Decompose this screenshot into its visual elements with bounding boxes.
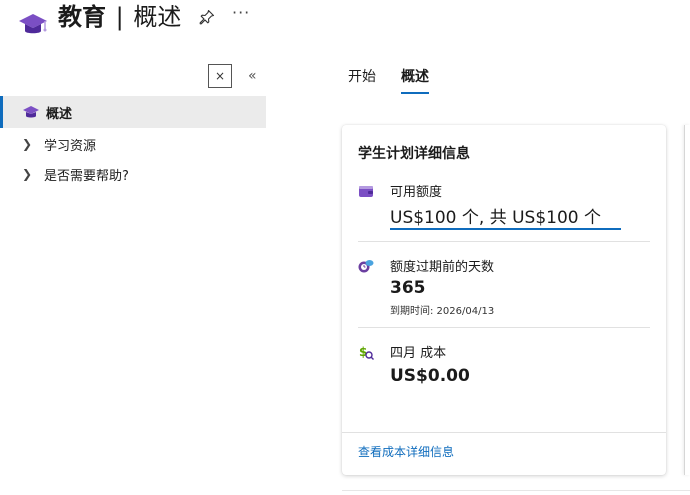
page-title-main: 教育 — [58, 3, 106, 31]
sidebar-item-need-help[interactable]: ❯ 是否需要帮助? — [0, 158, 266, 190]
divider — [342, 490, 690, 491]
chevron-right-icon: ❯ — [22, 167, 33, 181]
page-title-separator: | — [115, 3, 124, 31]
next-card-edge — [684, 125, 690, 475]
cost-search-icon: $ — [359, 345, 374, 360]
tab-get-started[interactable]: 开始 — [348, 66, 376, 92]
sidebar: × « 概述 ❯ 学习资源 ❯ 是否需要帮助? — [0, 60, 266, 495]
view-cost-details-link[interactable]: 查看成本详细信息 — [358, 443, 454, 460]
close-button[interactable]: × — [208, 64, 232, 88]
available-credit-value: US$100 个, 共 US$100 个 — [390, 203, 622, 230]
monthly-cost-value: US$0.00 — [390, 366, 470, 386]
days-remaining-value: 365 — [390, 278, 426, 298]
wallet-icon — [359, 186, 373, 197]
student-plan-card: 学生计划详细信息 可用额度 US$100 个, 共 US$100 个 额度过期前… — [342, 125, 666, 475]
expiry-date-text: 到期时间: 2026/04/13 — [390, 306, 495, 317]
monthly-cost-label: 四月 成本 — [390, 346, 447, 361]
days-remaining-label: 额度过期前的天数 — [390, 260, 495, 275]
pin-icon[interactable] — [199, 9, 215, 25]
sidebar-item-overview[interactable]: 概述 — [0, 96, 266, 128]
divider — [358, 241, 650, 242]
page-title: 教育 | 概述 — [58, 0, 181, 34]
tab-overview[interactable]: 概述 — [401, 66, 429, 94]
more-options-icon[interactable]: ··· — [232, 3, 250, 23]
chevron-right-icon: ❯ — [22, 137, 33, 151]
page-header: 教育 | 概述 ··· — [0, 0, 690, 44]
page-title-sub: 概述 — [133, 3, 182, 31]
sidebar-item-label: 是否需要帮助? — [44, 168, 129, 184]
divider — [358, 327, 650, 328]
sidebar-item-learning-resources[interactable]: ❯ 学习资源 — [0, 128, 266, 160]
sidebar-item-label: 学习资源 — [44, 138, 97, 154]
card-title: 学生计划详细信息 — [358, 146, 470, 162]
sidebar-item-label: 概述 — [46, 106, 73, 122]
collapse-sidebar-icon[interactable]: « — [248, 66, 257, 86]
available-credit-label: 可用额度 — [390, 185, 443, 200]
graduation-cap-icon — [23, 106, 39, 118]
graduation-cap-icon — [19, 14, 47, 34]
clock-cloud-icon — [358, 260, 374, 273]
card-footer-divider — [342, 432, 666, 433]
